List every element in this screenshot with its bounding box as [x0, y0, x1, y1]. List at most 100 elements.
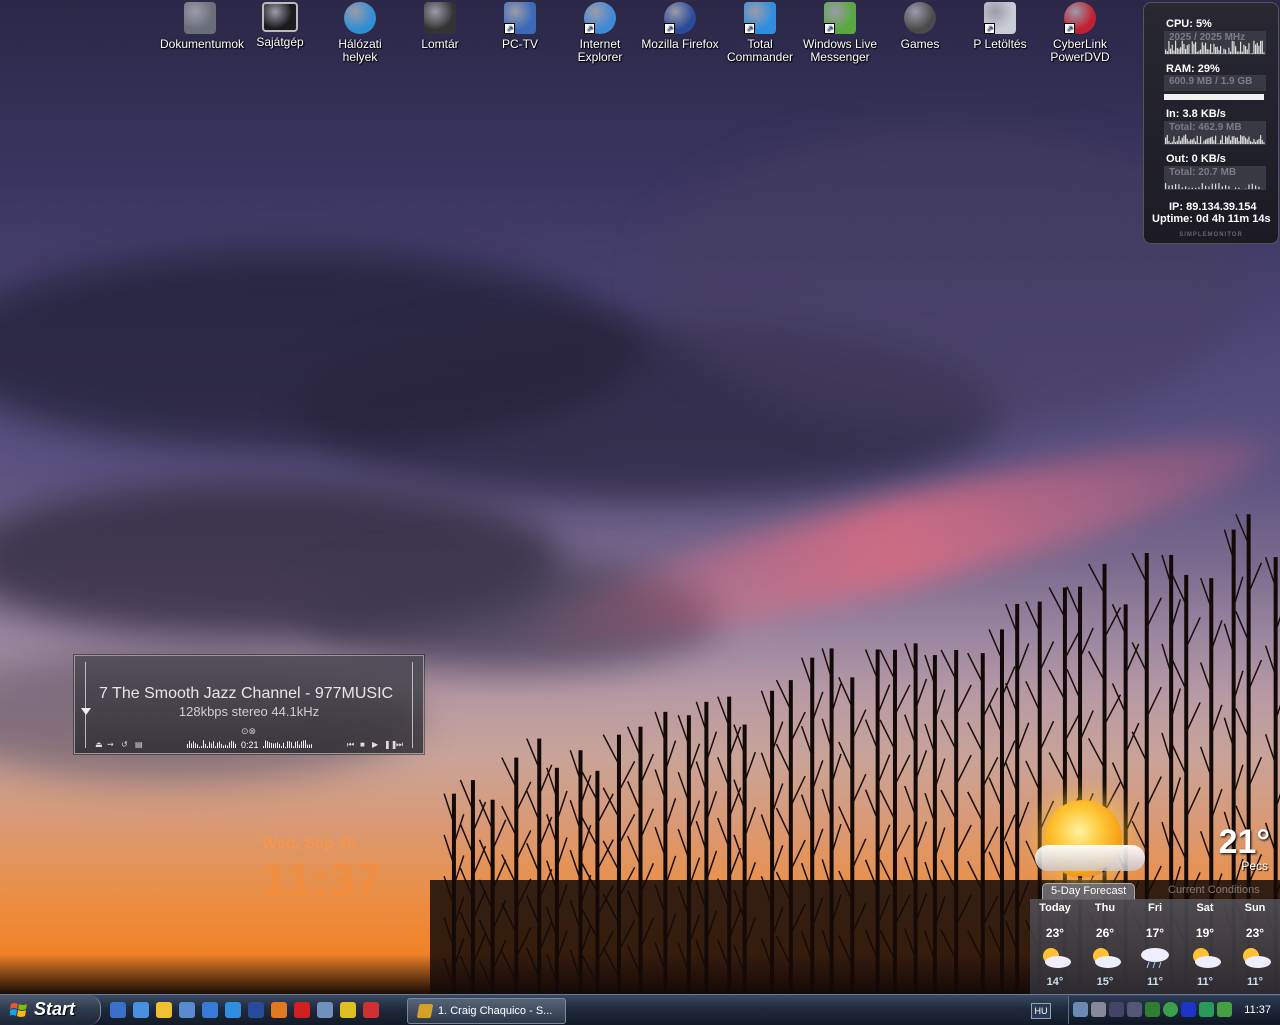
file-manager-icon[interactable] — [202, 1002, 218, 1018]
desktop-icon[interactable]: ↗ Total Commander — [720, 2, 800, 64]
taskbar: Start 1. Craig Chaquico - S... HU 11:37 — [0, 994, 1280, 1025]
forecast-day: Sat — [1180, 902, 1230, 914]
desktop-icon-label: Total Commander — [720, 38, 800, 64]
forecast-low: 11° — [1180, 976, 1230, 988]
stop-icon[interactable]: ■ — [360, 740, 365, 749]
network-tool-icon[interactable] — [179, 1002, 195, 1018]
messenger-icon: ↗ — [824, 2, 856, 34]
pc-tv-icon: ↗ — [504, 2, 536, 34]
start-button[interactable]: Start — [0, 995, 101, 1025]
ram-bar — [1164, 94, 1264, 100]
forecast-low: 11° — [1130, 976, 1180, 988]
track-title: 7 The Smooth Jazz Channel - 977MUSIC — [99, 685, 399, 703]
net-in-graph: Total: 462.9 MB — [1164, 121, 1266, 145]
forecast-high: 23° — [1230, 926, 1280, 940]
desktop-icon[interactable]: ↗ P Letöltés — [960, 2, 1040, 51]
downloads-folder-icon: ↗ — [984, 2, 1016, 34]
shuffle-icon[interactable]: ⇝ — [107, 740, 114, 749]
tab-current-conditions[interactable]: Current Conditions — [1160, 883, 1268, 899]
next-icon[interactable]: ⏭ — [396, 740, 403, 750]
desktop-icon[interactable]: Games — [880, 2, 960, 51]
total-commander-icon: ↗ — [744, 2, 776, 34]
info-icon[interactable] — [294, 1002, 310, 1018]
documents-folder-icon — [184, 2, 216, 34]
internet-explorer-icon: ↗ — [584, 2, 616, 34]
desktop-icon-label: Games — [880, 38, 960, 51]
desktop-icon-label: Dokumentumok — [160, 38, 240, 51]
desktop-icon-label: Hálózati helyek — [320, 38, 400, 64]
stream-info: 128kbps stereo 44.1kHz — [75, 704, 423, 719]
desktop-icon[interactable]: ↗ PC-TV — [480, 2, 560, 51]
ram-label: RAM: 29% — [1166, 63, 1220, 75]
display-icon[interactable] — [1091, 1002, 1106, 1017]
winamp-icon — [417, 1004, 433, 1018]
desktop-icon[interactable]: Dokumentumok — [160, 2, 240, 51]
sysmon-brand: SIMPLEMONITOR — [1144, 232, 1278, 238]
ram-graph: 600.9 MB / 1.9 GB — [1164, 75, 1266, 91]
desktop-icon-label: PC-TV — [480, 38, 560, 51]
network-users-icon[interactable] — [1073, 1002, 1088, 1017]
desktop-icon[interactable]: ↗Mozilla Firefox — [640, 2, 720, 51]
forecast-low: 15° — [1080, 976, 1130, 988]
cpu-label: CPU: 5% — [1166, 18, 1212, 30]
settings-icon[interactable] — [133, 1002, 149, 1018]
cpu-frequency: 2025 / 2025 MHz — [1169, 32, 1245, 43]
security-icon[interactable] — [1145, 1002, 1160, 1017]
playlist-icon[interactable]: ▤ — [135, 740, 143, 749]
eject-icon[interactable]: ⏏ — [95, 740, 103, 749]
ie-icon[interactable] — [110, 1002, 126, 1018]
clock-date: Wed, Sep 30 — [262, 835, 356, 853]
desktop-icon[interactable]: Lomtár — [400, 2, 480, 51]
net-out-graph: Total: 20.7 MB — [1164, 166, 1266, 190]
winamp-ql-icon[interactable] — [271, 1002, 287, 1018]
taskbar-clock[interactable]: 11:37 — [1244, 1004, 1271, 1016]
powerdvd-icon: ↗ — [1064, 2, 1096, 34]
network-places-icon — [344, 2, 376, 34]
elapsed-time: 0:21 — [241, 740, 259, 750]
previous-icon[interactable]: ⏮ — [347, 740, 354, 750]
firefox-icon: ↗ — [664, 2, 696, 34]
msn-icon[interactable] — [156, 1002, 172, 1018]
repeat-shuffle-icon[interactable]: ⊙⊗ — [241, 726, 256, 737]
firefox-ql-icon[interactable] — [248, 1002, 264, 1018]
start-label: Start — [34, 999, 75, 1020]
tab-5-day-forecast[interactable]: 5-Day Forecast — [1042, 883, 1135, 900]
current-temperature: 21° — [1219, 823, 1270, 862]
picture-icon[interactable] — [363, 1002, 379, 1018]
smiley-icon[interactable] — [340, 1002, 356, 1018]
media-player[interactable]: 7 The Smooth Jazz Channel - 977MUSIC 128… — [74, 655, 424, 754]
forecast-low: 11° — [1230, 976, 1280, 988]
forecast-high: 17° — [1130, 926, 1180, 940]
media-tray-icon[interactable] — [1181, 1002, 1196, 1017]
desktop-icon-label: P Letöltés — [960, 38, 1040, 51]
repeat-icon[interactable]: ↺ — [121, 740, 128, 749]
desktop-icon[interactable]: ↗ CyberLink PowerDVD — [1040, 2, 1120, 64]
net-in-label: In: 3.8 KB/s — [1166, 108, 1226, 120]
forecast-high: 19° — [1180, 926, 1230, 940]
forecast-high: 26° — [1080, 926, 1130, 940]
cpu-meter-icon[interactable] — [1109, 1002, 1124, 1017]
shortcut-arrow-icon: ↗ — [504, 23, 515, 34]
ram-usage: 600.9 MB / 1.9 GB — [1169, 76, 1252, 87]
language-indicator[interactable]: HU — [1031, 1003, 1051, 1019]
desktop-icon[interactable]: Hálózati helyek — [320, 2, 400, 64]
explorer-icon[interactable] — [225, 1002, 241, 1018]
nvidia-icon[interactable] — [1217, 1002, 1232, 1017]
play-icon[interactable]: ▶ — [372, 740, 378, 749]
network-icon[interactable] — [1127, 1002, 1142, 1017]
games-icon — [904, 2, 936, 34]
forecast-low: 14° — [1030, 976, 1080, 988]
desktop-icon[interactable]: ↗Windows Live Messenger — [800, 2, 880, 64]
word-icon[interactable] — [317, 1002, 333, 1018]
forecast-day: Sun — [1230, 902, 1280, 914]
desktop-icon[interactable]: ↗ Internet Explorer — [560, 2, 640, 64]
messenger-tray-icon[interactable] — [1163, 1002, 1178, 1017]
partly-cloudy-icon — [1089, 947, 1121, 969]
desktop-icon[interactable]: Sajátgép — [240, 2, 320, 49]
desktop-icon-label: CyberLink PowerDVD — [1040, 38, 1120, 64]
system-tray: 11:37 — [1068, 996, 1280, 1024]
antivirus-icon[interactable] — [1199, 1002, 1214, 1017]
desktop-icon-label: Internet Explorer — [560, 38, 640, 64]
taskbar-button-media-player[interactable]: 1. Craig Chaquico - S... — [407, 998, 566, 1024]
partly-cloudy-icon — [1039, 947, 1071, 969]
